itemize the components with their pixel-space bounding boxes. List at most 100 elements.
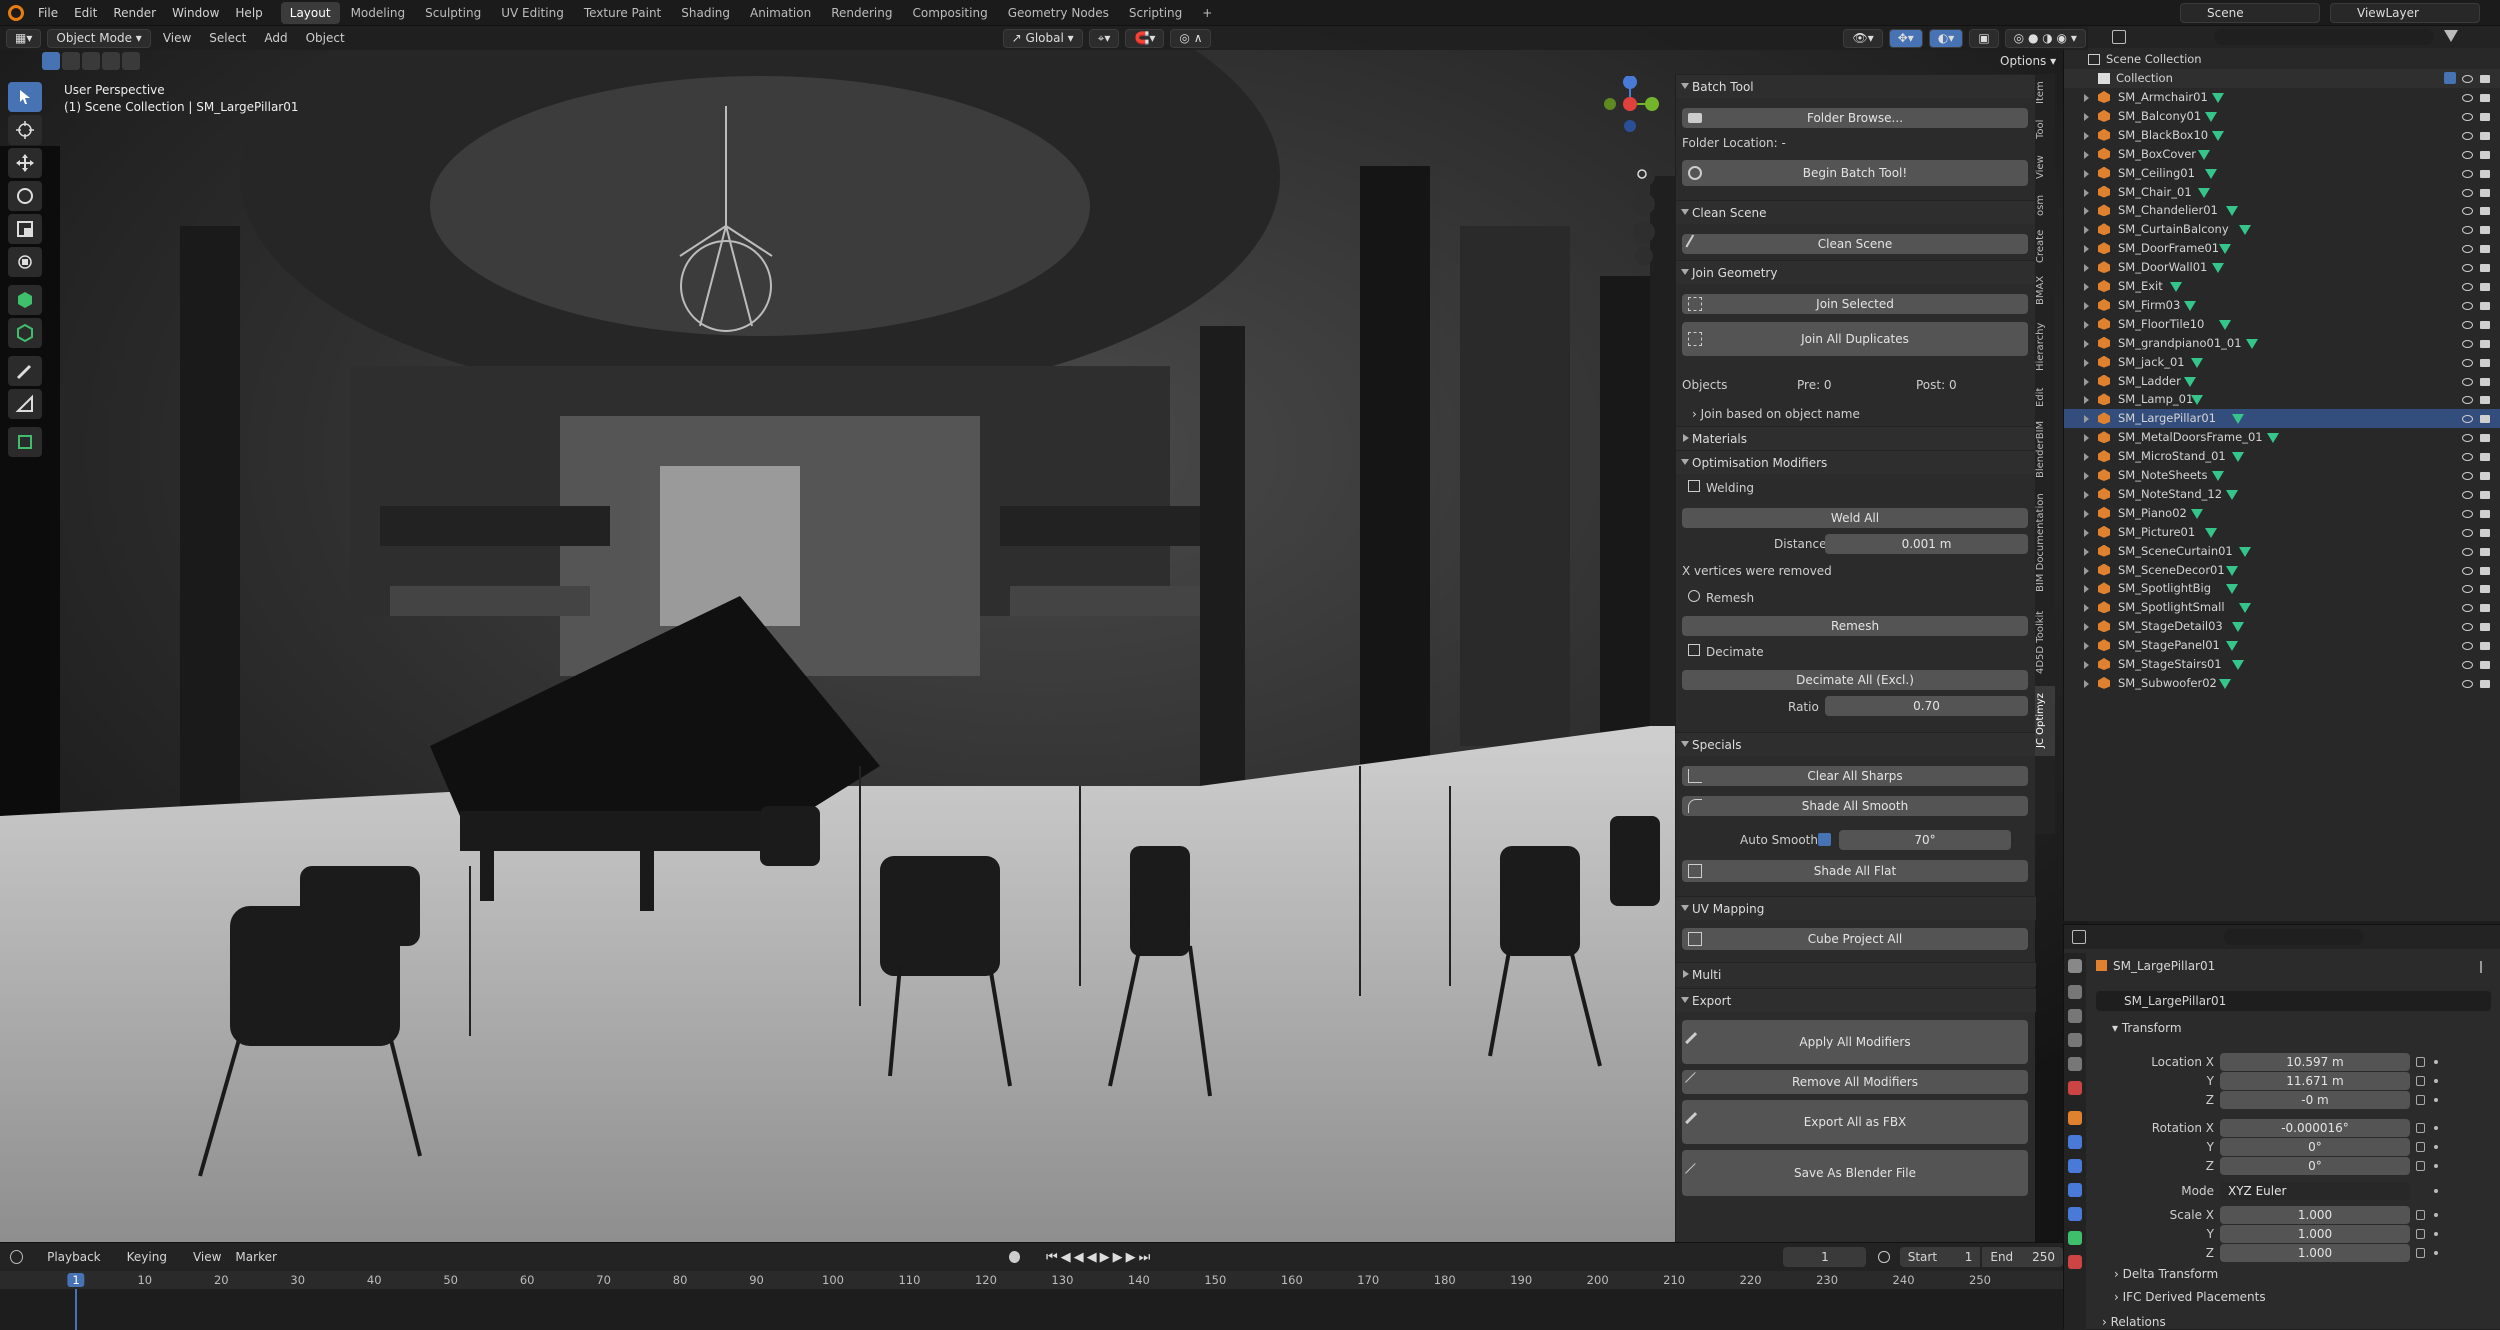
remesh-button[interactable]: Remesh [1682, 616, 2028, 636]
render-icon[interactable] [2480, 661, 2490, 669]
mesh-data-icon[interactable] [2205, 527, 2217, 538]
expand-icon[interactable] [2084, 377, 2089, 386]
outliner-item[interactable]: SM_Firm03 [2064, 296, 2500, 315]
visibility-icon[interactable] [2462, 283, 2473, 291]
outliner-item[interactable]: SM_DoorFrame01 [2064, 239, 2500, 258]
visibility-icon[interactable] [2462, 245, 2473, 254]
visibility-icon[interactable] [2462, 490, 2473, 499]
outliner-item[interactable]: SM_Chair_01 [2064, 183, 2500, 202]
render-icon[interactable] [2480, 94, 2490, 102]
visibility-icon[interactable] [2462, 642, 2473, 651]
mesh-data-icon[interactable] [2212, 471, 2224, 481]
playback-menu[interactable]: Playback [47, 1250, 101, 1264]
menu-help[interactable]: Help [227, 0, 270, 26]
workspace-tab-geometry-nodes[interactable]: Geometry Nodes [999, 2, 1118, 24]
playback-controls[interactable]: ⏮◀◀◀▶▶▶⏭ [1046, 1250, 1153, 1265]
sidebar-tab-bmax[interactable]: BMAX [2035, 270, 2055, 310]
measure-tool[interactable] [8, 389, 42, 419]
render-icon[interactable] [2480, 396, 2490, 405]
mesh-data-icon[interactable] [2232, 622, 2244, 633]
mesh-data-icon[interactable] [2232, 660, 2244, 670]
lock-icon[interactable] [2416, 1057, 2425, 1067]
expand-icon[interactable] [2084, 679, 2089, 688]
mesh-data-icon[interactable] [2226, 206, 2238, 217]
mesh-data-icon[interactable] [2226, 641, 2238, 652]
select-box-tool[interactable] [8, 82, 42, 112]
mesh-data-icon[interactable] [2226, 584, 2238, 595]
sidebar-tab-osm[interactable]: osm [2035, 188, 2055, 222]
render-icon[interactable] [2480, 169, 2490, 178]
object-name-field[interactable]: SM_LargePillar01 [2096, 991, 2491, 1011]
transform-value-field[interactable]: XYZ Euler [2220, 1182, 2410, 1200]
current-frame-field[interactable]: 1 [1783, 1247, 1867, 1267]
add-object-tool[interactable] [8, 427, 42, 457]
menu-file[interactable]: File [30, 0, 66, 26]
properties-search-input[interactable] [2224, 929, 2364, 945]
join-all-duplicates-button[interactable]: Join All Duplicates [1682, 322, 2028, 356]
export-fbx-button[interactable]: Export All as FBX [1682, 1100, 2028, 1144]
menu-edit[interactable]: Edit [66, 0, 105, 26]
collection-visibility-icon[interactable] [2462, 75, 2473, 83]
relations-toggle[interactable]: › Relations [2102, 1315, 2166, 1329]
materials-header[interactable]: Materials [1676, 426, 2036, 450]
render-icon[interactable] [2480, 604, 2490, 613]
visibility-icon[interactable] [2462, 131, 2473, 140]
outliner-item[interactable]: SM_MicroStand_01 [2064, 447, 2500, 466]
mesh-data-icon[interactable] [2246, 338, 2258, 349]
visibility-icon[interactable] [2462, 509, 2473, 518]
render-icon[interactable] [2480, 226, 2490, 235]
outliner-item[interactable]: SM_Piano02 [2064, 504, 2500, 523]
snap-toggle[interactable]: 🧲▾ [1125, 28, 1165, 48]
transform-value-field[interactable]: -0 m [2220, 1091, 2410, 1109]
visibility-icon[interactable] [2462, 547, 2473, 556]
menu-window[interactable]: Window [164, 0, 227, 26]
outliner-item[interactable]: SM_DoorWall01 [2064, 258, 2500, 277]
render-icon[interactable] [2480, 585, 2490, 594]
render-icon[interactable] [2480, 131, 2490, 140]
outliner-item[interactable]: SM_NoteSheets [2064, 466, 2500, 485]
collection-row[interactable]: Collection [2064, 69, 2500, 88]
auto-smooth-angle-field[interactable]: 70° [1839, 830, 2011, 850]
lock-icon[interactable] [2416, 1210, 2425, 1220]
transform-tool[interactable] [8, 247, 42, 277]
visibility-icon[interactable] [2462, 679, 2473, 688]
playhead-line[interactable] [75, 1289, 77, 1330]
keyframe-dot-icon[interactable] [2434, 1145, 2438, 1149]
mesh-data-icon[interactable] [2232, 414, 2244, 425]
expand-icon[interactable] [2084, 547, 2089, 556]
outliner-item[interactable]: SM_Picture01 [2064, 523, 2500, 542]
render-icon[interactable] [2480, 339, 2490, 348]
visibility-icon[interactable] [2462, 415, 2473, 424]
expand-icon[interactable] [2084, 245, 2089, 254]
marker-menu[interactable]: Marker [235, 1250, 276, 1264]
pin-icon[interactable] [2480, 961, 2488, 973]
start-frame-field[interactable]: Start 1 [1899, 1247, 1981, 1267]
expand-icon[interactable] [2084, 604, 2089, 613]
expand-icon[interactable] [2084, 169, 2089, 178]
visibility-icon[interactable] [2462, 377, 2473, 386]
keying-menu[interactable]: Keying [127, 1250, 167, 1264]
visibility-icon[interactable] [2462, 94, 2473, 102]
outliner-item[interactable]: SM_BlackBox10 [2064, 126, 2500, 145]
expand-icon[interactable] [2084, 642, 2089, 651]
workspace-tab-shading[interactable]: Shading [672, 2, 739, 24]
expand-icon[interactable] [2084, 585, 2089, 594]
select-intersect-icon[interactable] [122, 52, 140, 70]
visibility-icon[interactable] [2462, 358, 2473, 367]
expand-icon[interactable] [2084, 396, 2089, 405]
transform-value-field[interactable]: 0° [2220, 1138, 2410, 1156]
shade-smooth-button[interactable]: Shade All Smooth [1682, 796, 2028, 816]
mesh-data-icon[interactable] [2232, 452, 2244, 463]
delta-transform-toggle[interactable]: › Delta Transform [2114, 1267, 2218, 1281]
expand-icon[interactable] [2084, 339, 2089, 348]
outliner-item[interactable]: SM_Exit [2064, 277, 2500, 296]
mesh-data-icon[interactable] [2198, 149, 2210, 160]
expand-icon[interactable] [2084, 188, 2089, 197]
expand-icon[interactable] [2084, 490, 2089, 499]
keyframe-dot-icon[interactable] [2434, 1251, 2438, 1255]
render-icon[interactable] [2480, 623, 2490, 632]
render-icon[interactable] [2480, 566, 2490, 575]
keyframe-dot-icon[interactable] [2434, 1079, 2438, 1083]
expand-icon[interactable] [2084, 358, 2089, 367]
xray-toggle[interactable]: ▣ [1969, 28, 1999, 48]
